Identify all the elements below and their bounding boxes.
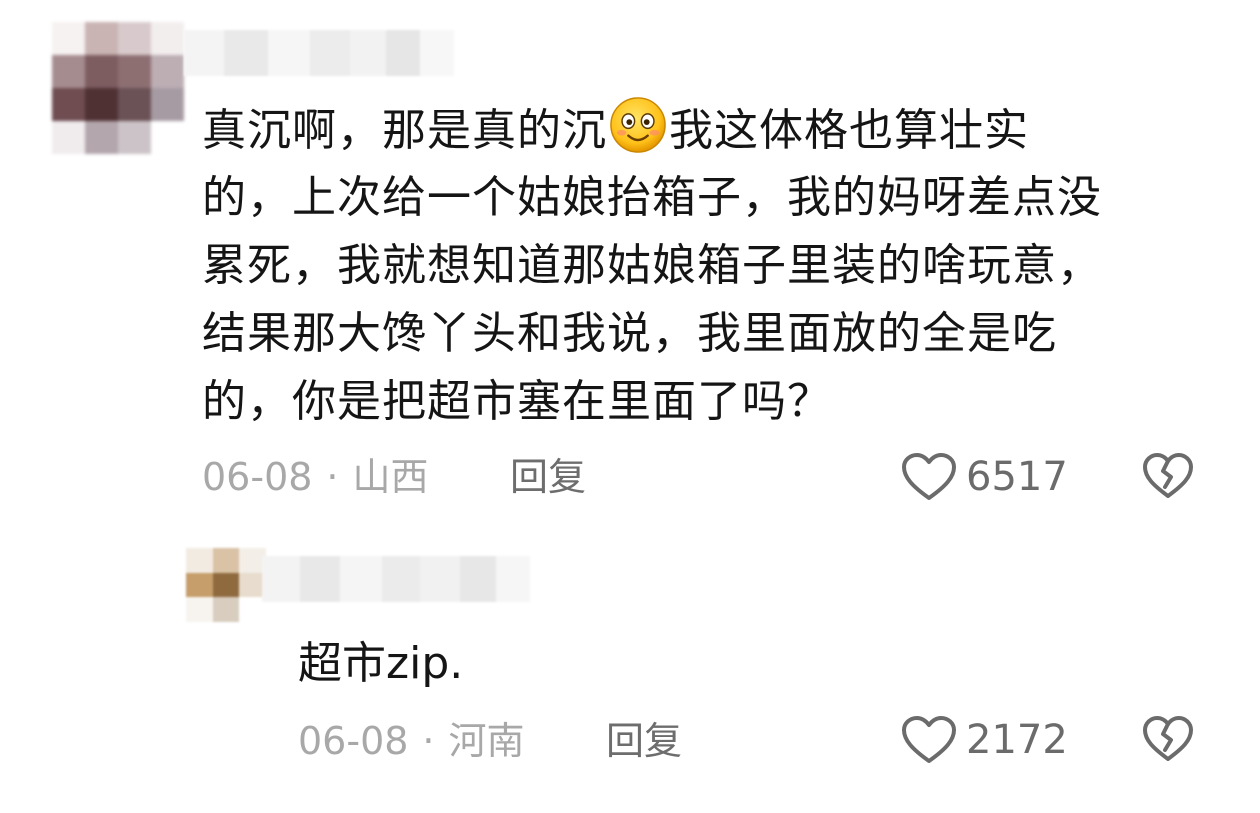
comment-meta: 06-08 · 山西: [202, 452, 429, 502]
comment-meta: 06-08 · 河南: [298, 716, 525, 766]
reply-button[interactable]: 回复: [510, 452, 586, 502]
avatar[interactable]: [52, 22, 184, 154]
like-button[interactable]: 6517: [900, 451, 1068, 503]
username[interactable]: [262, 556, 530, 602]
comment-text-segment: 我这体格也算壮实: [669, 105, 1029, 156]
heart-outline-icon: [902, 453, 956, 500]
comment-text-segment: 真沉啊，那是真的沉: [202, 105, 607, 156]
separator-dot: ·: [326, 455, 339, 499]
comment-date: 06-08: [298, 719, 409, 763]
separator-dot: ·: [422, 719, 435, 763]
comment-text-line: 结果那大馋丫头和我说，我里面放的全是吃: [202, 308, 1057, 359]
comment-location: 山西: [352, 455, 429, 499]
comment-date: 06-08: [202, 455, 313, 499]
comment-text-line: 的，上次给一个姑娘抬箱子，我的妈呀差点没: [202, 172, 1102, 223]
like-count: 6517: [966, 454, 1068, 500]
like-count: 2172: [966, 717, 1068, 763]
comment-text: 真沉啊，那是真的沉 我这体格也算壮实 的，上次给一个姑娘抬箱子，我的妈呀差点没: [202, 96, 1102, 436]
comment-text-line: 真沉啊，那是真的沉 我这体格也算壮实: [202, 96, 1102, 164]
reply-text: 超市zip.: [298, 638, 464, 689]
avatar[interactable]: [186, 548, 266, 622]
comment-text-line: 累死，我就想知道那姑娘箱子里装的啥玩意，: [202, 240, 1102, 291]
like-button[interactable]: 2172: [900, 714, 1068, 766]
broken-heart-icon[interactable]: [1141, 714, 1195, 764]
username[interactable]: [184, 30, 454, 76]
smiley-emoji-icon: [610, 97, 666, 153]
broken-heart-icon[interactable]: [1141, 451, 1195, 501]
reply-button[interactable]: 回复: [606, 716, 682, 766]
comment-location: 河南: [448, 719, 525, 763]
comment-text-line: 的，你是把超市塞在里面了吗？: [202, 376, 832, 427]
heart-outline-icon: [902, 716, 956, 763]
